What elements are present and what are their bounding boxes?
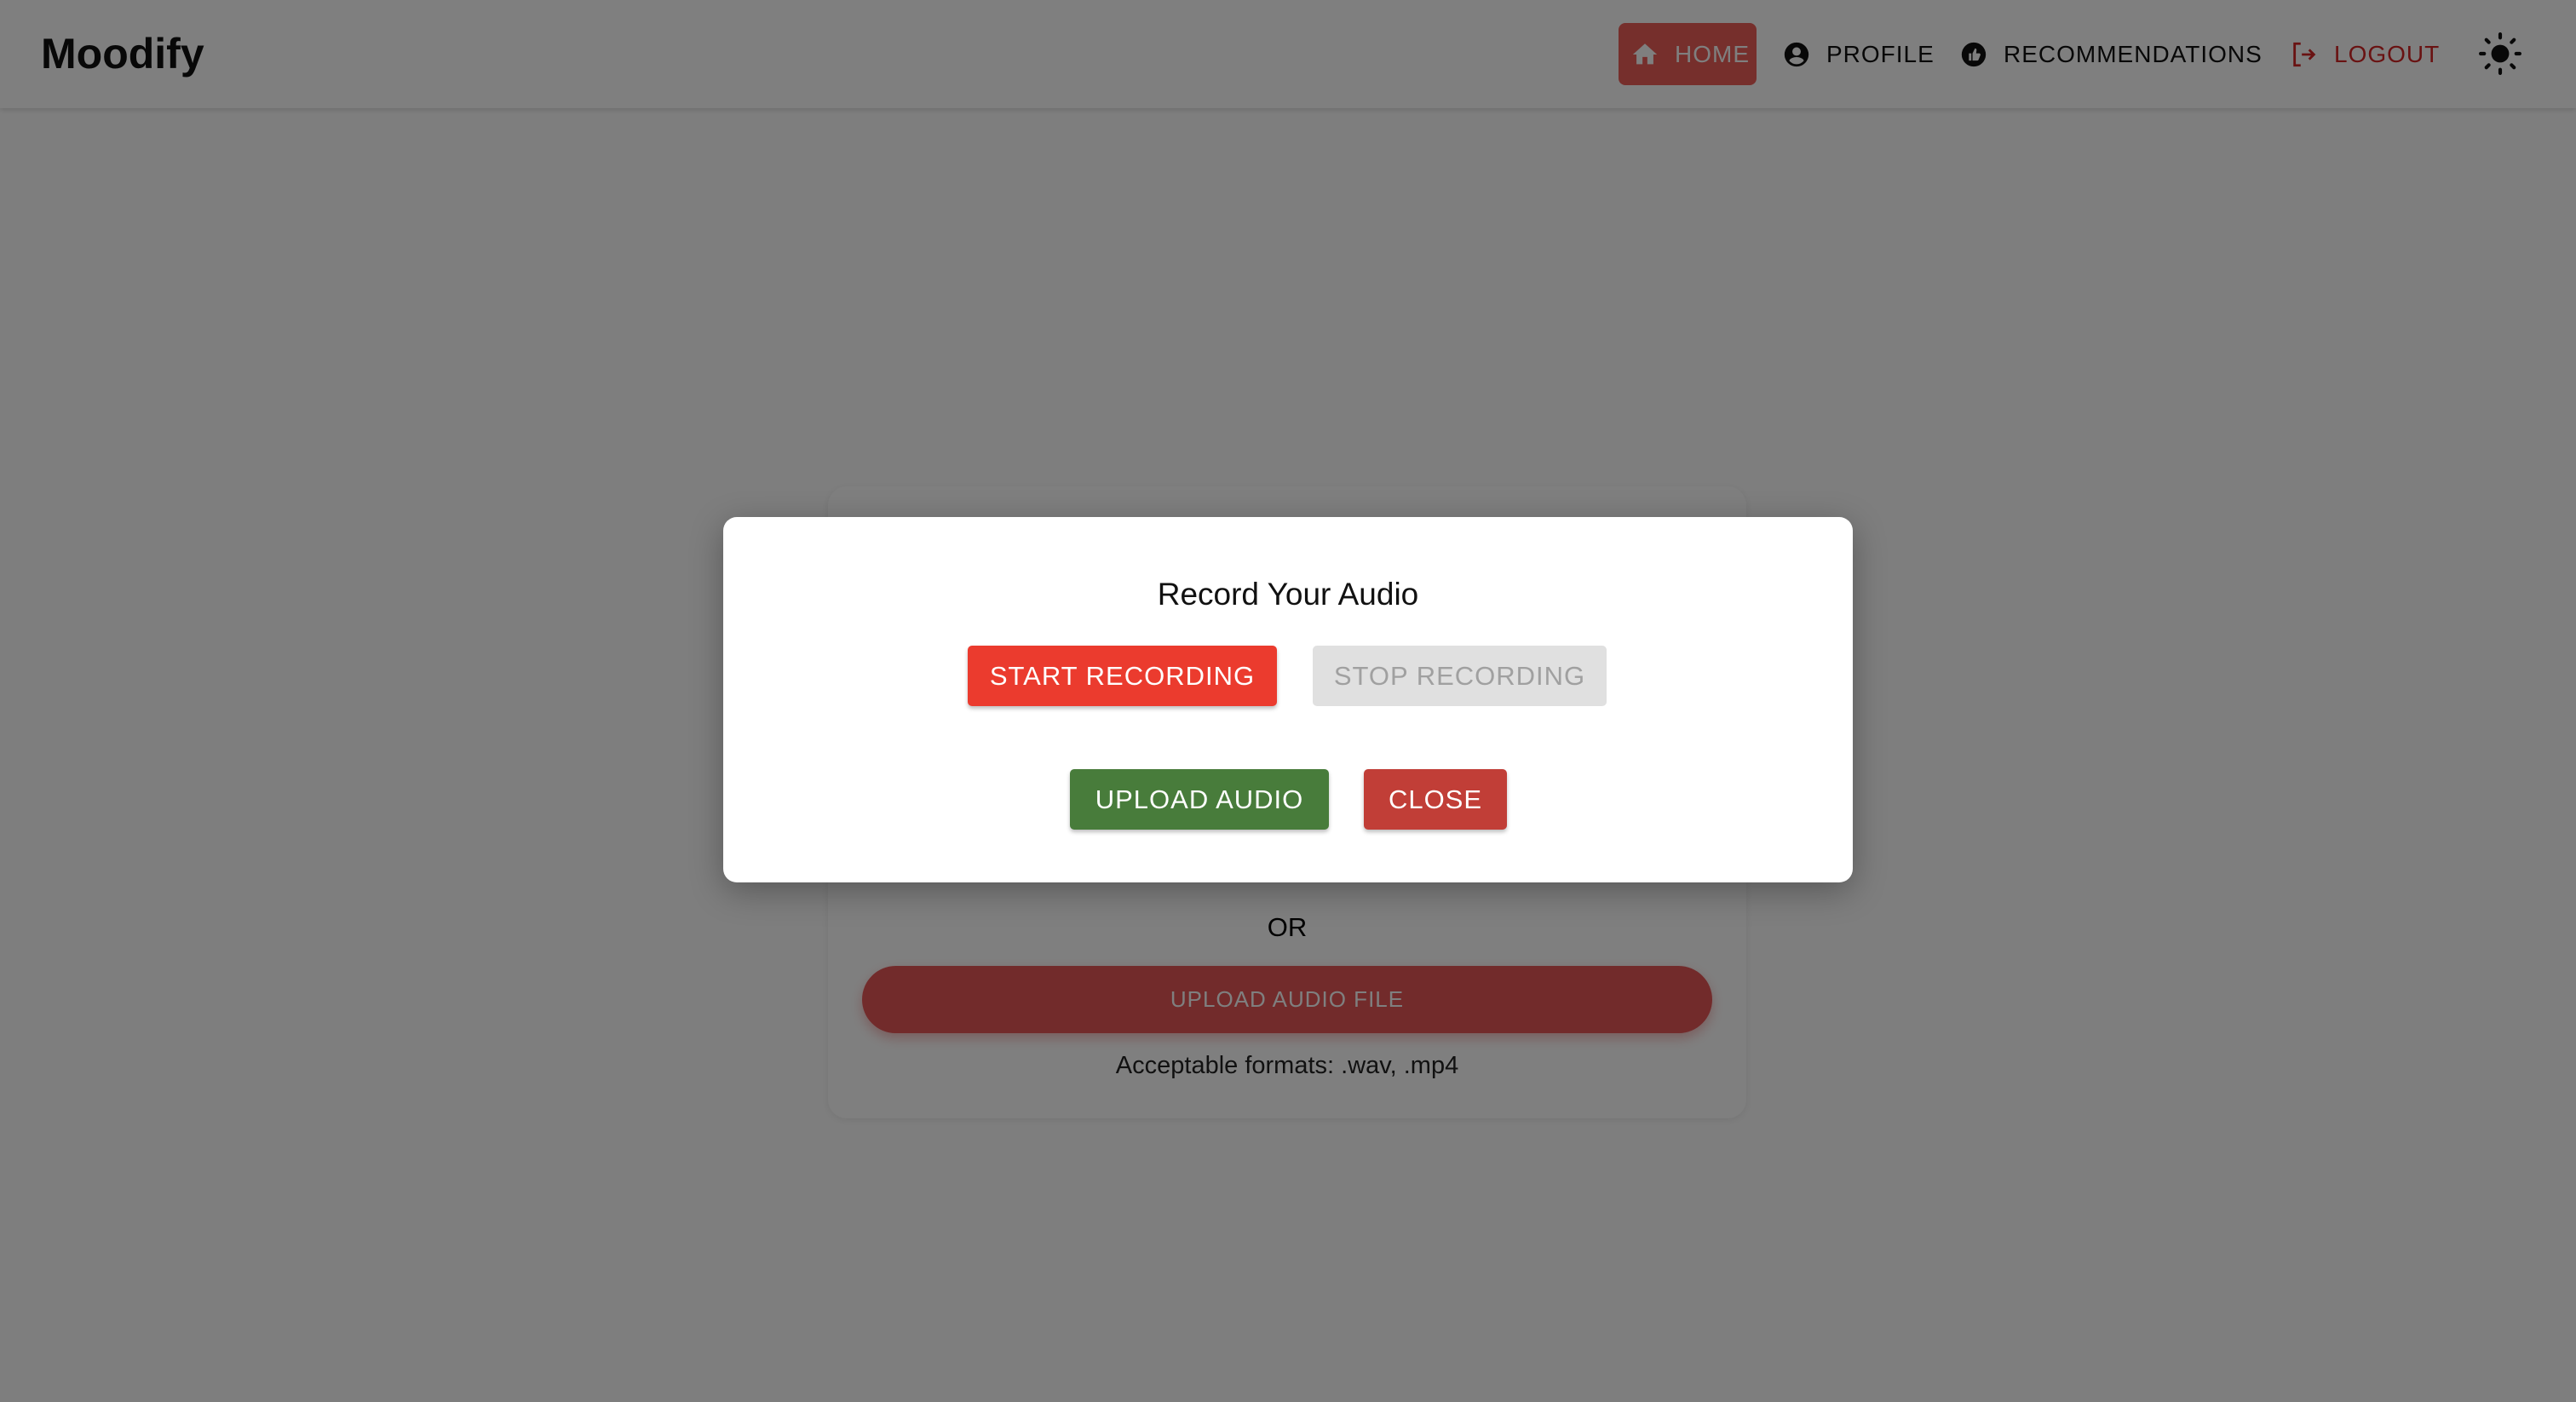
dialog-title: Record Your Audio <box>1157 577 1419 612</box>
start-recording-button[interactable]: START RECORDING <box>968 646 1277 706</box>
upload-audio-button[interactable]: UPLOAD AUDIO <box>1070 769 1329 830</box>
stop-recording-button[interactable]: STOP RECORDING <box>1313 646 1607 706</box>
record-audio-dialog: Record Your Audio START RECORDING STOP R… <box>723 517 1853 882</box>
close-button[interactable]: CLOSE <box>1364 769 1507 830</box>
